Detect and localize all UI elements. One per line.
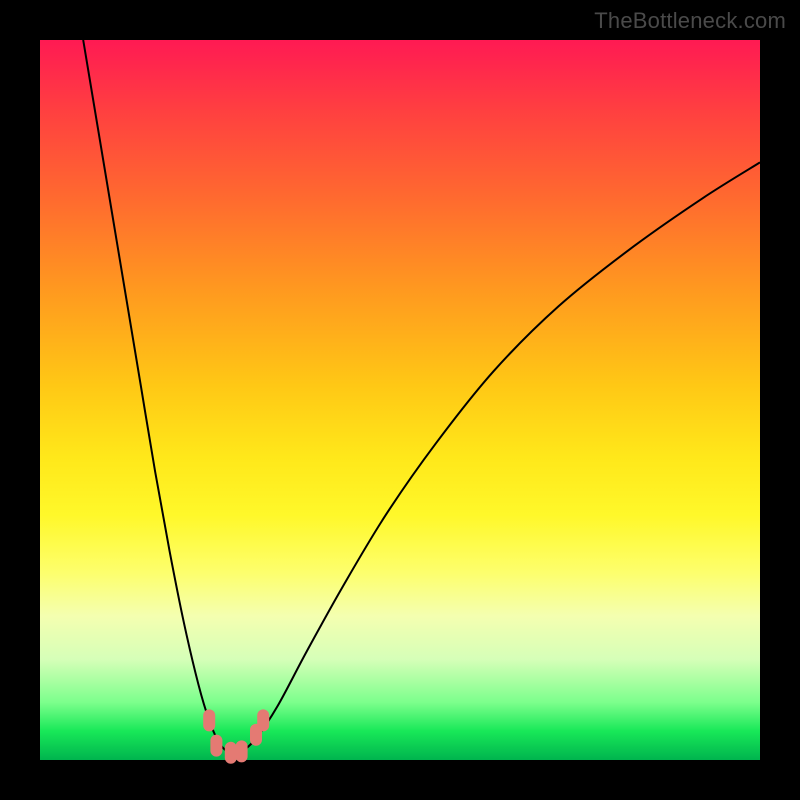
marker-dot (257, 709, 269, 731)
curve-svg (40, 40, 760, 760)
plot-area (40, 40, 760, 760)
chart-frame: TheBottleneck.com (0, 0, 800, 800)
marker-dot (203, 709, 215, 731)
marker-dot (210, 735, 222, 757)
marker-dot (225, 742, 237, 764)
trough-markers (203, 709, 269, 763)
marker-dot (236, 740, 248, 762)
watermark-text: TheBottleneck.com (594, 8, 786, 34)
bottleneck-curve (83, 40, 760, 754)
